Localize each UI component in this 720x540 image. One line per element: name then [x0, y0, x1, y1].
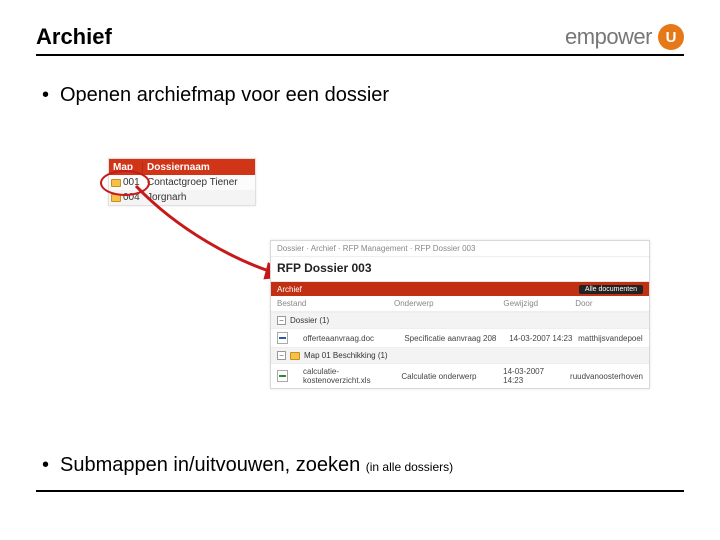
col-onderwerp: Onderwerp — [394, 299, 499, 308]
filter-pill[interactable]: Alle documenten — [579, 285, 643, 294]
bullet-1-text: Openen archiefmap voor een dossier — [60, 84, 389, 106]
bullet-dot-icon: • — [42, 454, 50, 477]
bullet-2-subtext: (in alle dossiers) — [366, 460, 453, 474]
folder-list-header: Map Dossiernaam — [109, 159, 255, 175]
col-gewijzigd: Gewijzigd — [503, 299, 571, 308]
folder-col-map: Map — [109, 162, 143, 173]
breadcrumb: Dossier · Archief · RFP Management · RFP… — [271, 241, 649, 257]
folder-icon — [111, 179, 121, 187]
file-subject: Calculatie onderwerp — [401, 372, 499, 381]
folder-row-id: 001 — [123, 177, 140, 188]
folder-list-panel: Map Dossiernaam 001 Contactgroep Tiener … — [108, 158, 256, 206]
excel-doc-icon — [277, 370, 288, 382]
file-row[interactable]: offerteaanvraag.doc Specificatie aanvraa… — [271, 329, 649, 347]
logo: empower U — [565, 24, 684, 50]
section-dossier[interactable]: − Dossier (1) — [271, 312, 649, 329]
file-author: matthijsvandepoel — [578, 334, 643, 343]
section-label: Map 01 Beschikking (1) — [304, 351, 388, 360]
folder-row-name: Jorgnarh — [143, 192, 186, 203]
col-door: Door — [575, 299, 643, 308]
word-doc-icon — [277, 332, 288, 344]
expand-icon[interactable]: − — [277, 316, 286, 325]
folder-row-id: 004 — [123, 192, 140, 203]
folder-icon — [290, 352, 300, 360]
file-name: calculatie-kostenoverzicht.xls — [303, 367, 397, 385]
folder-row[interactable]: 001 Contactgroep Tiener — [109, 175, 255, 190]
file-name: offerteaanvraag.doc — [303, 334, 400, 343]
bullet-2: • Submappen in/uitvouwen, zoeken (in alle… — [42, 454, 453, 477]
dossier-toolbar: Archief Alle documenten — [271, 282, 649, 296]
toolbar-left-label: Archief — [277, 285, 302, 294]
folder-col-dossiernaam: Dossiernaam — [143, 162, 210, 173]
section-submap[interactable]: − Map 01 Beschikking (1) — [271, 347, 649, 364]
folder-row-name: Contactgroep Tiener — [143, 177, 238, 188]
logo-badge-icon: U — [658, 24, 684, 50]
folder-row[interactable]: 004 Jorgnarh — [109, 190, 255, 205]
col-bestand: Bestand — [277, 299, 390, 308]
slide-header: Archief empower U — [36, 24, 684, 56]
file-author: ruudvanoosterhoven — [570, 372, 643, 381]
folder-icon — [111, 194, 121, 202]
bullet-dot-icon: • — [42, 84, 50, 107]
dossier-column-headers: Bestand Onderwerp Gewijzigd Door — [271, 296, 649, 312]
dossier-title: RFP Dossier 003 — [271, 257, 649, 282]
bullet-1: • Openen archiefmap voor een dossier — [42, 84, 684, 107]
dossier-detail-panel: Dossier · Archief · RFP Management · RFP… — [270, 240, 650, 389]
file-date: 14-03-2007 14:23 — [509, 334, 574, 343]
expand-icon[interactable]: − — [277, 351, 286, 360]
file-date: 14-03-2007 14:23 — [503, 367, 566, 385]
section-label: Dossier (1) — [290, 316, 329, 325]
footer-divider — [36, 490, 684, 492]
logo-text: empower — [565, 24, 652, 50]
file-subject: Specificatie aanvraag 208 — [404, 334, 505, 343]
page-title: Archief — [36, 24, 112, 50]
file-row[interactable]: calculatie-kostenoverzicht.xls Calculati… — [271, 364, 649, 388]
bullet-2-text: Submappen in/uitvouwen, zoeken — [60, 454, 366, 476]
